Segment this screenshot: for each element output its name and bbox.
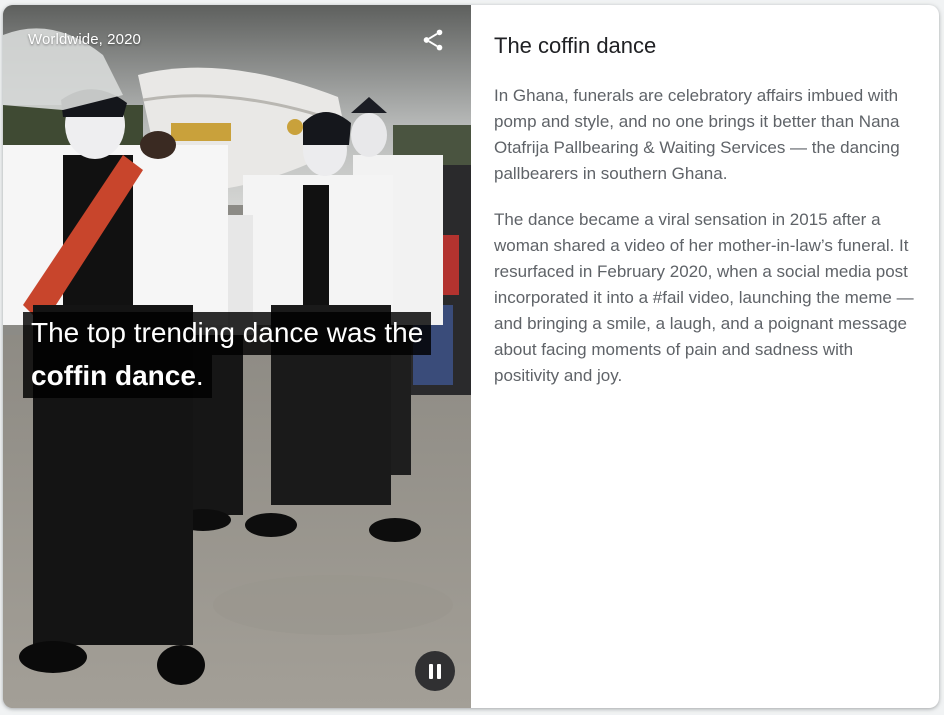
video-panel[interactable]: Worldwide, 2020 The top trending dance w… [3,5,471,708]
caption-line-2: coffin dance. [23,355,212,398]
caption-line-2-end: . [195,360,204,391]
video-caption: The top trending dance was the coffin da… [23,312,432,398]
article-paragraph-2: The dance became a viral sensation in 20… [494,210,914,385]
share-button[interactable] [420,27,446,53]
pause-button[interactable] [415,651,455,691]
story-card: Worldwide, 2020 The top trending dance w… [3,5,939,708]
caption-line-1: The top trending dance was the [23,312,432,355]
article-panel: The coffin dance In Ghana, funerals are … [494,31,914,389]
share-icon [423,29,443,51]
article-title: The coffin dance [494,33,657,58]
article-paragraph-1: In Ghana, funerals are celebratory affai… [494,86,900,183]
location-label: Worldwide, 2020 [28,31,141,48]
caption-highlight: coffin dance [31,360,196,391]
